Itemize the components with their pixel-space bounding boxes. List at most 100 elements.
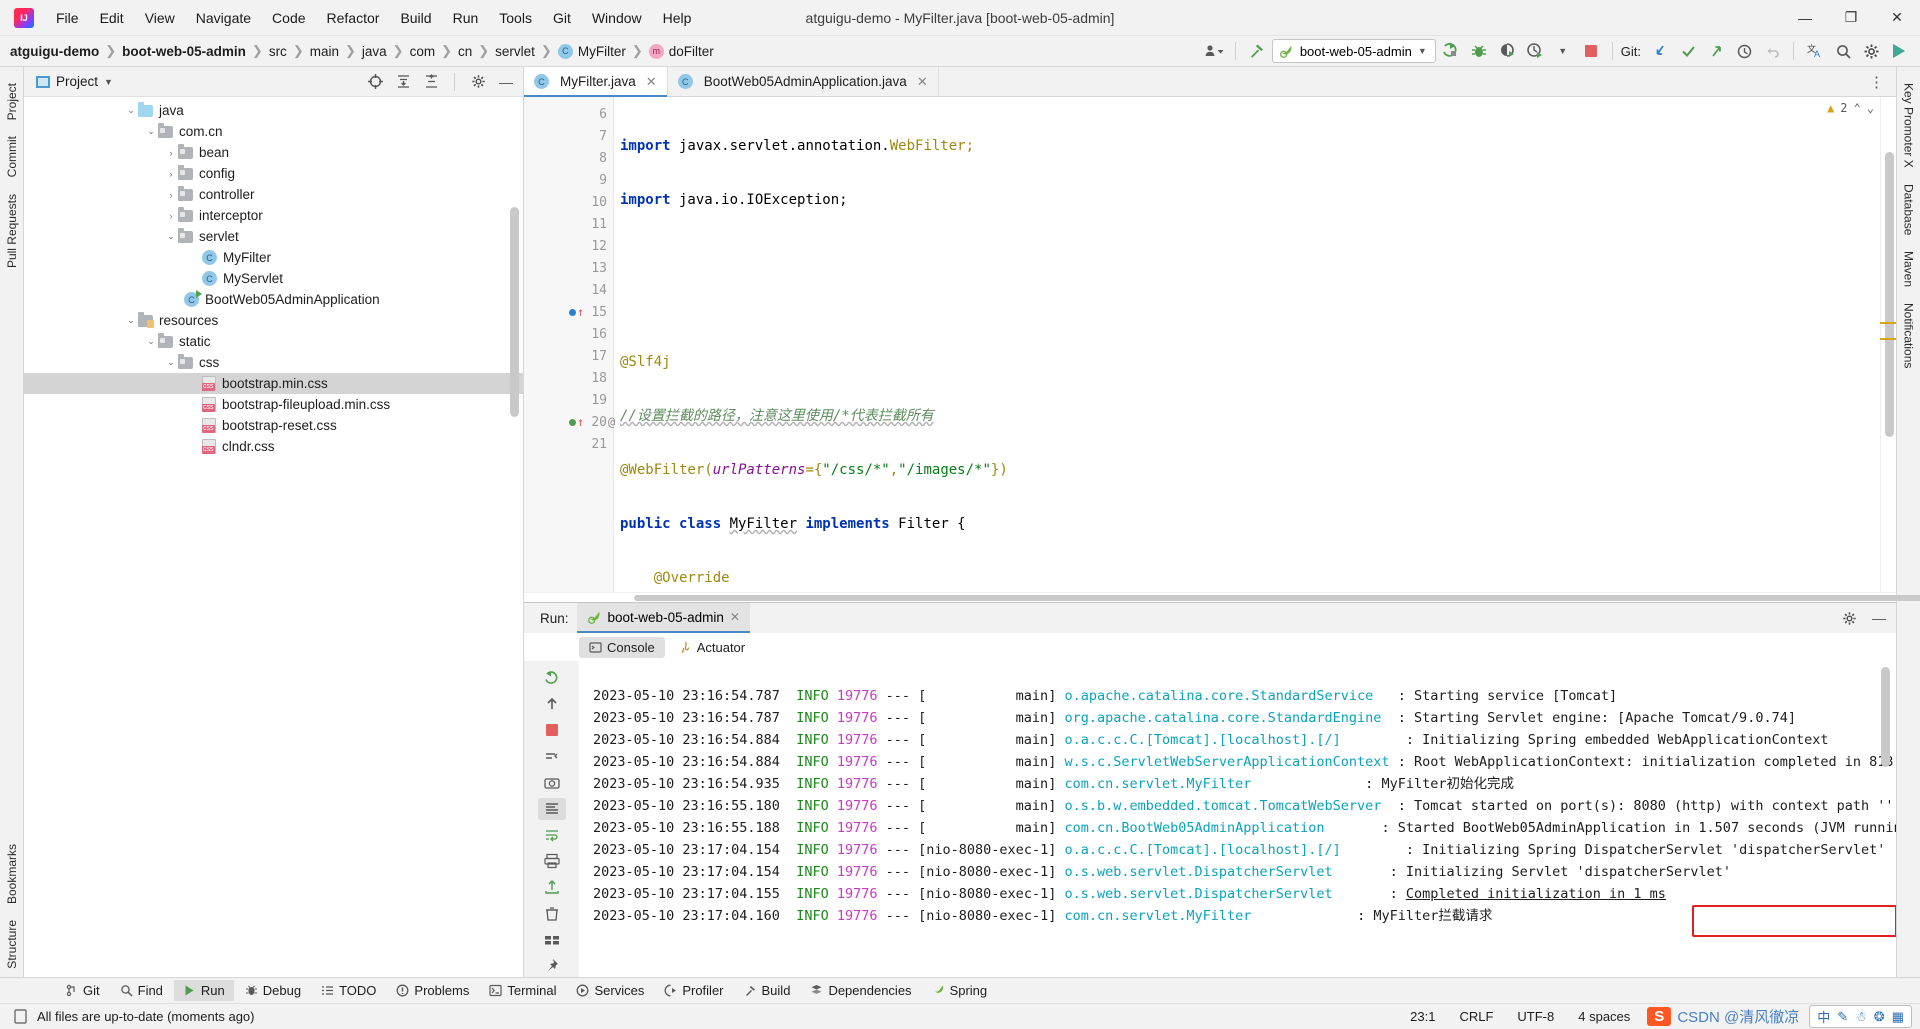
minimize-button[interactable]: — <box>1782 0 1828 35</box>
ime-indicator[interactable]: 中 ✎ ☃ ❂ ▦ <box>1809 1005 1912 1028</box>
tree-item-interceptor[interactable]: › interceptor <box>24 205 523 226</box>
menu-code[interactable]: Code <box>262 6 315 30</box>
pen-icon[interactable]: ✎ <box>1837 1009 1848 1025</box>
tree-item-servlet[interactable]: ⌄ servlet <box>24 226 523 247</box>
chevron-down-icon[interactable]: ⌄ <box>124 315 138 326</box>
chevron-right-icon[interactable]: › <box>164 190 178 200</box>
code-text-area[interactable]: import javax.servlet.annotation.WebFilte… <box>614 97 1880 592</box>
select-opened-file-icon[interactable] <box>364 71 386 93</box>
close-icon[interactable]: ✕ <box>646 74 657 90</box>
chevron-down-icon[interactable]: ⌄ <box>144 336 158 347</box>
breakpoint-and-override-marker[interactable]: ↑ <box>568 306 584 318</box>
breakpoint-icon[interactable] <box>568 307 577 317</box>
chevron-right-icon[interactable]: › <box>164 148 178 158</box>
tool-window-find[interactable]: Find <box>111 980 172 1001</box>
breadcrumb-dofilter[interactable]: m doFilter <box>648 43 714 59</box>
strip-button-bookmarks[interactable]: Bookmarks <box>5 836 19 912</box>
run-icon[interactable] <box>1438 39 1464 63</box>
breadcrumb-main[interactable]: main <box>310 44 339 59</box>
chevron-down-icon[interactable]: ⌄ <box>1867 101 1874 115</box>
settings-gear-icon[interactable] <box>467 71 489 93</box>
close-button[interactable]: ✕ <box>1874 0 1920 35</box>
tree-item-clndr-css[interactable]: clndr.css <box>24 436 523 457</box>
git-commit-icon[interactable] <box>1675 39 1701 63</box>
main-menu[interactable]: File Edit View Navigate Code Refactor Bu… <box>46 6 701 30</box>
chevron-down-icon[interactable]: ⌄ <box>164 357 178 368</box>
keyboard-icon[interactable]: ☃ <box>1855 1009 1867 1025</box>
menu-edit[interactable]: Edit <box>90 6 134 30</box>
git-history-icon[interactable] <box>1731 39 1757 63</box>
editor-horizontal-scrollbar[interactable] <box>524 592 1920 602</box>
breadcrumb-src[interactable]: src <box>269 44 287 59</box>
chevron-down-icon[interactable]: ⌄ <box>144 126 158 137</box>
translate-icon[interactable]: 文A <box>1802 39 1828 63</box>
warning-marker[interactable] <box>1880 338 1896 340</box>
menu-git[interactable]: Git <box>543 6 581 30</box>
ide-helper-icon[interactable] <box>1886 39 1912 63</box>
strip-button-notifications[interactable]: Notifications <box>1902 295 1916 376</box>
warning-marker[interactable] <box>1880 322 1896 324</box>
file-encoding[interactable]: UTF-8 <box>1510 1007 1561 1026</box>
tool-window-dependencies[interactable]: Dependencies <box>801 980 920 1001</box>
line-separator[interactable]: CRLF <box>1452 1007 1500 1026</box>
strip-button-pull-requests[interactable]: Pull Requests <box>5 186 19 276</box>
settings-gear-icon[interactable] <box>1838 607 1860 629</box>
tree-item-com-cn[interactable]: ⌄ com.cn <box>24 121 523 142</box>
chevron-right-icon[interactable]: › <box>164 211 178 221</box>
tree-item-bootstrap-fileupload-min-css[interactable]: bootstrap-fileupload.min.css <box>24 394 523 415</box>
settings-gear-icon[interactable] <box>1858 39 1884 63</box>
project-tree-scrollbar[interactable] <box>510 207 519 417</box>
breadcrumb-com[interactable]: com <box>410 44 436 59</box>
menu-tools[interactable]: Tools <box>489 6 542 30</box>
caret-position[interactable]: 23:1 <box>1403 1007 1442 1026</box>
breadcrumb-cn[interactable]: cn <box>458 44 472 59</box>
strip-button-database[interactable]: Database <box>1902 176 1916 243</box>
hide-pane-icon[interactable]: — <box>495 71 517 93</box>
console-output[interactable]: 2023-05-10 23:16:54.787 INFO 19776 --- [… <box>579 661 1896 977</box>
search-everywhere-icon[interactable] <box>1830 39 1856 63</box>
grid-icon[interactable] <box>538 929 566 951</box>
rerun-icon[interactable] <box>538 667 566 689</box>
tree-item-bootstrap-min-css[interactable]: bootstrap.min.css <box>24 373 523 394</box>
breadcrumb-myfilter[interactable]: C MyFilter <box>557 43 626 59</box>
debug-icon[interactable] <box>1466 39 1492 63</box>
pin-icon[interactable] <box>538 955 566 977</box>
menu-build[interactable]: Build <box>390 6 441 30</box>
chevron-down-icon[interactable]: ▼ <box>104 77 113 87</box>
breadcrumb-boot-web-05-admin[interactable]: boot-web-05-admin <box>122 44 246 59</box>
tool-window-services[interactable]: Services <box>567 980 653 1001</box>
clear-all-icon[interactable] <box>538 903 566 925</box>
stop-icon[interactable] <box>538 719 566 741</box>
tree-item-bootstrap-reset-css[interactable]: bootstrap-reset.css <box>24 415 523 436</box>
chevron-down-icon[interactable]: ⌄ <box>124 105 138 116</box>
menu-navigate[interactable]: Navigate <box>186 6 261 30</box>
editor-options-icon[interactable]: ⋮ <box>1857 67 1896 96</box>
editor-vertical-scrollbar[interactable] <box>1885 152 1894 437</box>
code-editor[interactable]: 6 7 8 9 10 11 12 13 14 ↑ 15 16 17 18 19 … <box>524 97 1896 592</box>
print-icon[interactable] <box>538 850 566 872</box>
editor-tab-myfilter[interactable]: C MyFilter.java ✕ <box>524 67 668 97</box>
breakpoint-icon[interactable] <box>568 417 577 427</box>
export-icon[interactable] <box>538 876 566 898</box>
soft-wrap-icon[interactable] <box>538 824 566 846</box>
tool-window-git[interactable]: Git <box>56 980 109 1001</box>
override-arrow-icon[interactable]: ↑ <box>577 416 584 428</box>
hide-pane-icon[interactable]: — <box>1868 607 1890 629</box>
strip-button-maven[interactable]: Maven <box>1902 243 1916 295</box>
hammer-build-icon[interactable] <box>1244 39 1270 63</box>
menu-run[interactable]: Run <box>443 6 489 30</box>
menu-refactor[interactable]: Refactor <box>317 6 390 30</box>
strip-button-commit[interactable]: Commit <box>5 128 19 185</box>
tool-window-build[interactable]: Build <box>735 980 800 1001</box>
close-icon[interactable]: ✕ <box>917 74 928 90</box>
override-arrow-icon[interactable]: ↑ <box>577 306 584 318</box>
run-tab-boot-web-05-admin[interactable]: boot-web-05-admin ✕ <box>576 603 750 633</box>
strip-button-key-promoter-x[interactable]: Key Promoter X <box>1902 75 1916 176</box>
chevron-down-icon[interactable]: ▼ <box>1418 46 1427 56</box>
menu-view[interactable]: View <box>135 6 185 30</box>
breadcrumb-atguigu-demo[interactable]: atguigu-demo <box>10 44 99 59</box>
collapse-all-icon[interactable] <box>420 71 442 93</box>
tree-item-myfilter[interactable]: C MyFilter <box>24 247 523 268</box>
camera-icon[interactable] <box>538 772 566 794</box>
strip-button-structure[interactable]: Structure <box>5 912 19 977</box>
